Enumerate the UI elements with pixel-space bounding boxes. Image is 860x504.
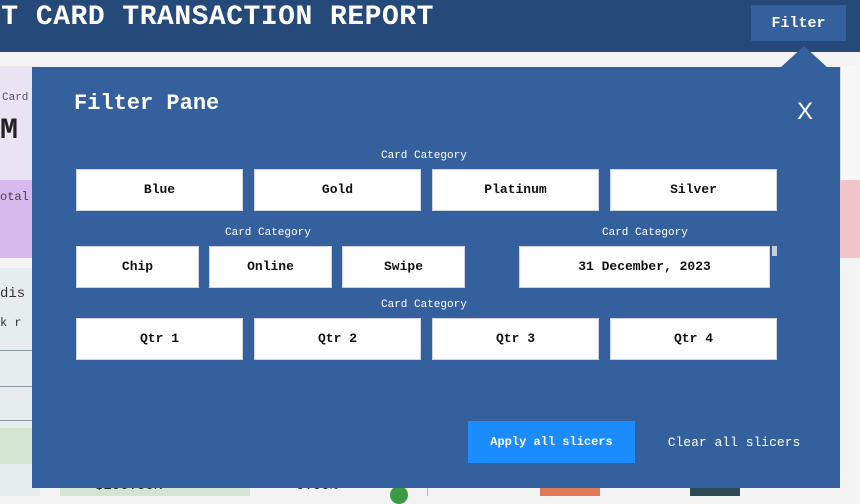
slicer-option-qtr-2[interactable]: Qtr 2 — [254, 318, 421, 360]
clear-all-slicers-button[interactable]: Clear all slicers — [654, 421, 814, 463]
background-table-subtitle: k r — [0, 316, 22, 330]
date-slicer-scrollbar[interactable] — [772, 246, 777, 256]
kpi-card-label: Card — [2, 92, 29, 104]
background-table-title: dis — [0, 286, 26, 302]
quarter-slicer-label: Card Category — [381, 299, 467, 311]
kpi-card-value: M — [0, 114, 19, 148]
report-header: IT CARD TRANSACTION REPORT Filter — [0, 0, 860, 52]
filter-button[interactable]: Filter — [751, 5, 846, 41]
right-kpi-highlight — [840, 180, 860, 258]
divider — [427, 488, 428, 496]
close-button[interactable]: X — [790, 97, 820, 127]
filter-pane-title: Filter Pane — [74, 91, 220, 116]
filter-pane-pointer — [780, 46, 828, 68]
date-slicer-field[interactable]: 31 December, 2023 — [519, 246, 770, 288]
report-title: IT CARD TRANSACTION REPORT — [0, 2, 434, 33]
slicer-option-chip[interactable]: Chip — [76, 246, 199, 288]
apply-all-slicers-button[interactable]: Apply all slicers — [468, 421, 635, 463]
slicer-option-qtr-1[interactable]: Qtr 1 — [76, 318, 243, 360]
status-dot-icon — [390, 486, 408, 504]
slicer-option-qtr-4[interactable]: Qtr 4 — [610, 318, 777, 360]
kpi-total-label: otal — [0, 190, 29, 204]
date-slicer-label: Card Category — [602, 227, 688, 239]
slicer-option-blue[interactable]: Blue — [76, 169, 243, 211]
transaction-type-slicer-label: Card Category — [225, 227, 311, 239]
slicer-option-gold[interactable]: Gold — [254, 169, 421, 211]
card-category-slicer-label: Card Category — [381, 150, 467, 162]
slicer-option-silver[interactable]: Silver — [610, 169, 777, 211]
slicer-option-swipe[interactable]: Swipe — [342, 246, 465, 288]
filter-pane: Filter Pane X Card Category Blue Gold Pl… — [32, 67, 840, 488]
slicer-option-online[interactable]: Online — [209, 246, 332, 288]
slicer-option-qtr-3[interactable]: Qtr 3 — [432, 318, 599, 360]
slicer-option-platinum[interactable]: Platinum — [432, 169, 599, 211]
